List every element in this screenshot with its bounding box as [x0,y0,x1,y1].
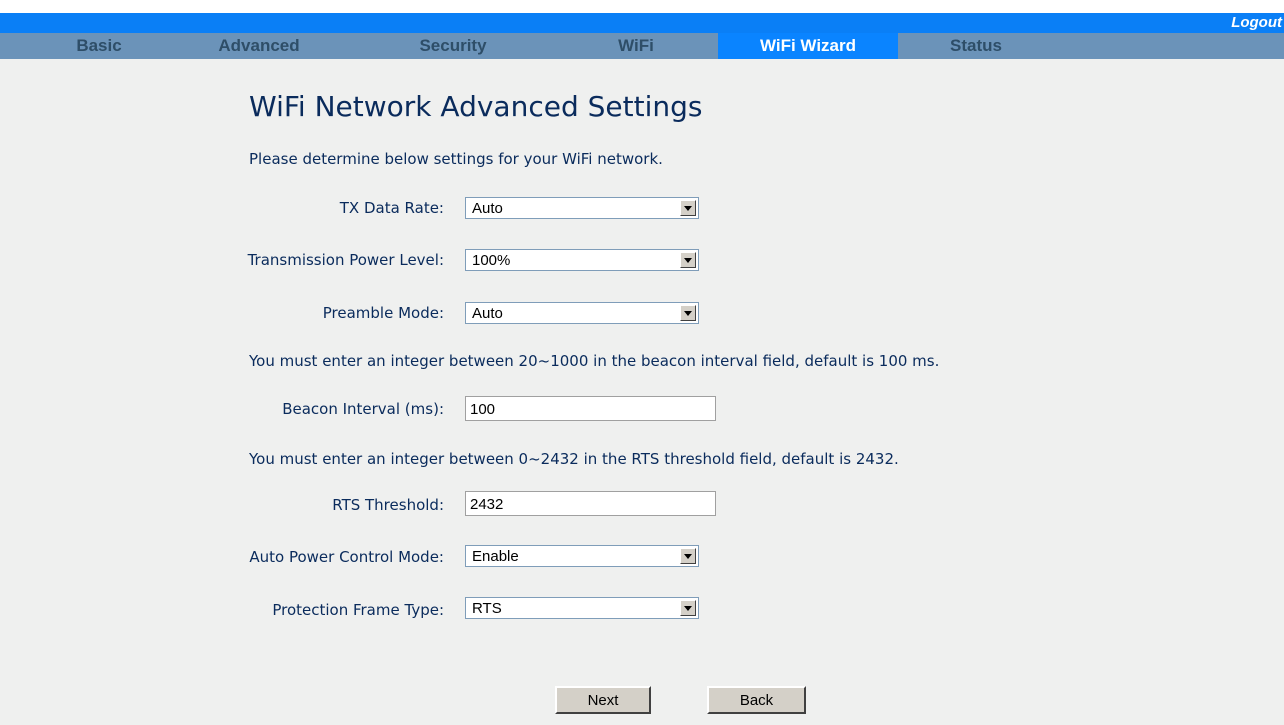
preamble-mode-value: Auto [472,305,503,322]
auto-power-control-value: Enable [472,548,519,565]
instruction-text: Please determine below settings for your… [249,150,663,168]
beacon-interval-input[interactable] [465,396,716,421]
tx-data-rate-select[interactable]: Auto [465,197,699,219]
protection-frame-select[interactable]: RTS [465,597,699,619]
beacon-interval-note: You must enter an integer between 20~100… [249,352,940,370]
chevron-down-icon[interactable] [680,200,696,216]
tab-wifi-wizard[interactable]: WiFi Wizard [718,33,898,59]
page-title: WiFi Network Advanced Settings [249,90,703,123]
next-button[interactable]: Next [555,686,651,714]
logout-link[interactable]: Logout [1231,14,1282,31]
nav-bar: Basic Advanced Security WiFi WiFi Wizard… [0,33,1284,59]
transmission-power-value: 100% [472,252,511,269]
rts-threshold-label: RTS Threshold: [332,496,444,514]
tab-status[interactable]: Status [917,33,1035,59]
beacon-interval-label: Beacon Interval (ms): [282,400,444,418]
tab-wifi[interactable]: WiFi [577,33,695,59]
chevron-down-icon[interactable] [680,548,696,564]
tab-advanced[interactable]: Advanced [200,33,318,59]
transmission-power-select[interactable]: 100% [465,249,699,271]
tab-basic[interactable]: Basic [40,33,158,59]
rts-threshold-input[interactable] [465,491,716,516]
auto-power-control-select[interactable]: Enable [465,545,699,567]
protection-frame-label: Protection Frame Type: [272,601,444,619]
chevron-down-icon[interactable] [680,600,696,616]
tab-security[interactable]: Security [394,33,512,59]
transmission-power-label: Transmission Power Level: [247,251,444,269]
back-button[interactable]: Back [707,686,806,714]
top-bar: Logout [0,13,1284,33]
auto-power-control-label: Auto Power Control Mode: [249,548,444,566]
tx-data-rate-label: TX Data Rate: [339,199,444,217]
preamble-mode-select[interactable]: Auto [465,302,699,324]
protection-frame-value: RTS [472,600,502,617]
tx-data-rate-value: Auto [472,200,503,217]
chevron-down-icon[interactable] [680,252,696,268]
rts-threshold-note: You must enter an integer between 0~2432… [249,450,899,468]
preamble-mode-label: Preamble Mode: [322,304,444,322]
chevron-down-icon[interactable] [680,305,696,321]
